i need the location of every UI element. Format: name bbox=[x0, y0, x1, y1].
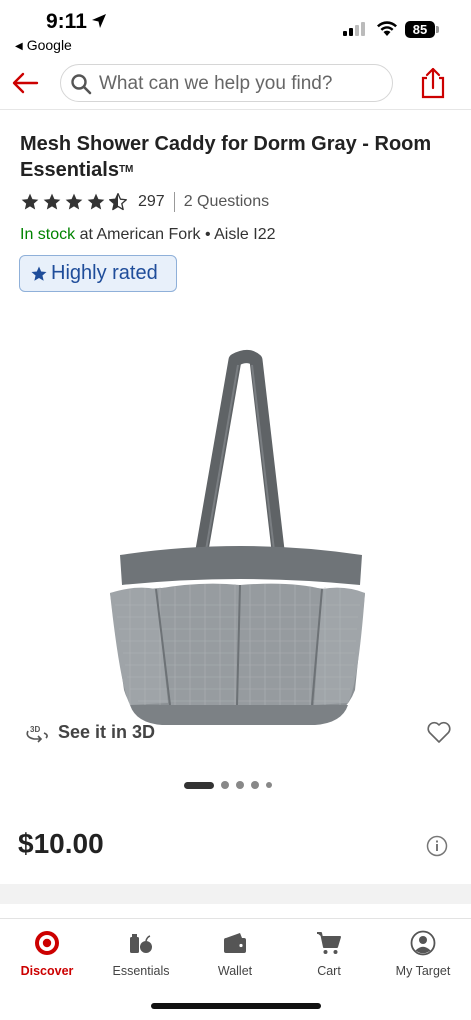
tab-label: Cart bbox=[317, 964, 341, 978]
cellular-signal-icon bbox=[343, 22, 365, 36]
carousel-dot[interactable] bbox=[251, 781, 259, 789]
badge-label: Highly rated bbox=[51, 262, 158, 284]
tab-cart[interactable]: Cart bbox=[282, 919, 376, 989]
profile-icon bbox=[410, 930, 436, 956]
back-app-label: Google bbox=[26, 37, 72, 53]
target-logo-icon bbox=[35, 931, 59, 955]
search-input[interactable]: What can we help you find? bbox=[60, 64, 393, 102]
status-time: 9:11 bbox=[46, 10, 87, 33]
tab-essentials[interactable]: Essentials bbox=[94, 919, 188, 989]
star-full-icon bbox=[43, 193, 61, 210]
see-in-3d-button[interactable]: 3D See it in 3D bbox=[24, 722, 155, 743]
carousel-dot[interactable] bbox=[266, 782, 272, 788]
rating-stars bbox=[20, 192, 128, 212]
tab-discover[interactable]: Discover bbox=[0, 919, 94, 989]
back-to-app-link[interactable]: ◀ Google bbox=[15, 37, 72, 53]
tab-wallet[interactable]: Wallet bbox=[188, 919, 282, 989]
product-title-text: Mesh Shower Caddy for Dorm Gray - Room E… bbox=[20, 133, 432, 181]
tab-label: My Target bbox=[395, 964, 451, 978]
tab-label: Wallet bbox=[217, 964, 253, 978]
tab-label: Essentials bbox=[112, 964, 170, 978]
highly-rated-badge: Highly rated bbox=[19, 255, 177, 292]
info-icon[interactable] bbox=[426, 835, 448, 857]
stock-info[interactable]: In stock at American Fork • Aisle I22 bbox=[20, 226, 276, 244]
back-arrow-icon[interactable] bbox=[10, 68, 40, 98]
svg-text:3D: 3D bbox=[30, 725, 40, 734]
search-header: What can we help you find? bbox=[0, 58, 471, 110]
essentials-icon bbox=[130, 934, 152, 953]
share-icon[interactable] bbox=[418, 66, 448, 100]
trademark-mark: TM bbox=[118, 164, 134, 175]
star-full-icon bbox=[21, 193, 39, 210]
battery-tip bbox=[436, 26, 439, 33]
carousel-dot[interactable] bbox=[236, 781, 244, 789]
product-title: Mesh Shower Caddy for Dorm Gray - Room E… bbox=[20, 131, 440, 183]
rating-count: 297 bbox=[138, 193, 165, 210]
see-in-3d-label: See it in 3D bbox=[58, 722, 156, 742]
questions-link[interactable]: 2 Questions bbox=[184, 193, 269, 211]
search-icon bbox=[71, 74, 92, 95]
section-divider bbox=[0, 884, 471, 904]
status-bar: 9:11 ◀ Google 85 bbox=[0, 0, 471, 58]
home-indicator[interactable] bbox=[151, 1003, 321, 1009]
location-arrow-icon bbox=[92, 14, 106, 28]
star-icon bbox=[31, 266, 47, 281]
product-image[interactable] bbox=[90, 345, 380, 745]
wallet-icon bbox=[224, 933, 246, 953]
tab-label: Discover bbox=[20, 964, 74, 978]
heart-icon[interactable] bbox=[426, 720, 452, 744]
view-3d-icon: 3D bbox=[26, 725, 48, 743]
rating-row[interactable]: 297 2 Questions bbox=[20, 191, 269, 213]
cart-icon bbox=[317, 932, 341, 954]
stock-location: at American Fork • Aisle I22 bbox=[75, 226, 276, 243]
star-half-icon bbox=[109, 193, 128, 211]
wifi-icon bbox=[377, 21, 397, 36]
search-placeholder: What can we help you find? bbox=[99, 73, 333, 94]
tab-my-target[interactable]: My Target bbox=[376, 919, 470, 989]
image-carousel-dots[interactable] bbox=[184, 781, 272, 789]
carousel-dot[interactable] bbox=[221, 781, 229, 789]
carousel-dot-active[interactable] bbox=[184, 781, 214, 789]
star-full-icon bbox=[65, 193, 83, 210]
battery-indicator: 85 bbox=[405, 21, 435, 38]
rating-divider bbox=[173, 192, 175, 212]
stock-status: In stock bbox=[20, 226, 76, 243]
product-price: $10.00 bbox=[18, 828, 104, 859]
back-triangle-icon: ◀ bbox=[15, 41, 23, 52]
star-full-icon bbox=[87, 193, 105, 210]
